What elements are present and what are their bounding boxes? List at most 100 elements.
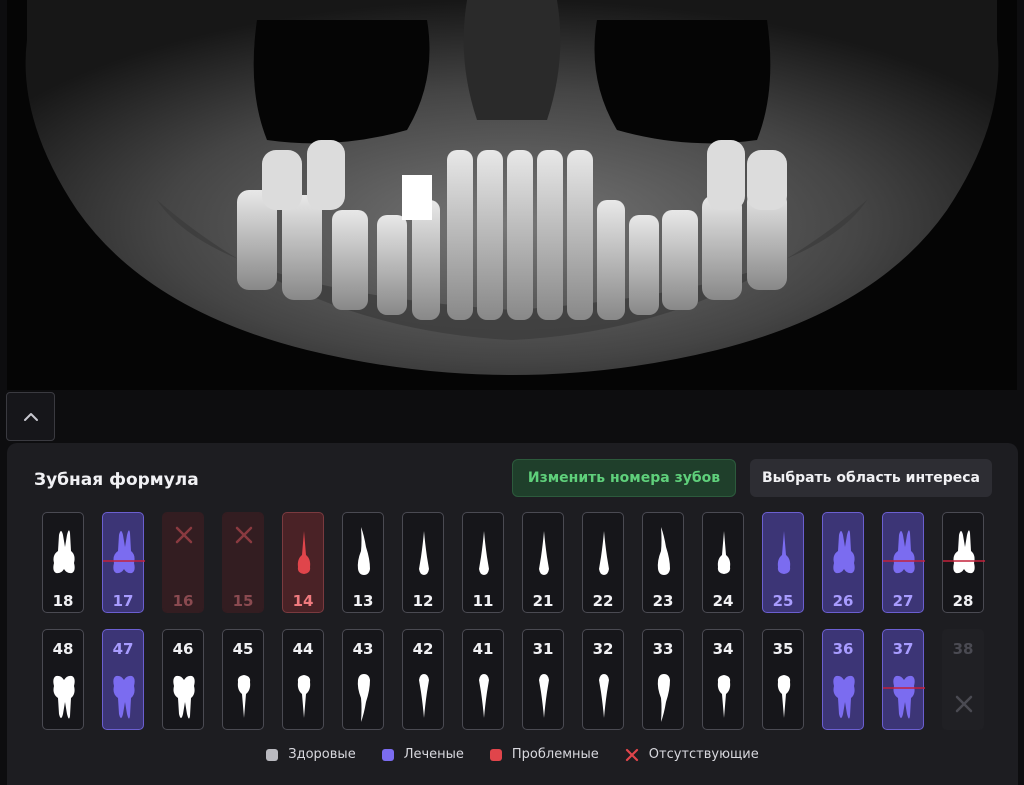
tooth-number: 35: [772, 640, 794, 658]
tooth-46[interactable]: 46: [162, 629, 204, 730]
incisor-tooth-icon: [479, 674, 489, 718]
problem-swatch: [489, 748, 502, 761]
tooth-38[interactable]: 38: [942, 629, 984, 730]
tooth-14[interactable]: 14: [282, 512, 324, 613]
tooth-number: 17: [112, 592, 134, 610]
tooth-33[interactable]: 33: [642, 629, 684, 730]
tooth-47[interactable]: 47: [102, 629, 144, 730]
change-tooth-numbers-button[interactable]: Изменить номера зубов: [512, 459, 736, 497]
tooth-number: 45: [232, 640, 254, 658]
premolar-tooth-icon: [717, 531, 731, 574]
chevron-up-icon: [23, 412, 38, 421]
tooth-number: 22: [592, 592, 614, 610]
cross-icon: [625, 748, 638, 761]
legend-label: Леченые: [403, 747, 464, 762]
tooth-26[interactable]: 26: [822, 512, 864, 613]
tooth-number: 33: [652, 640, 674, 658]
molar-tooth-icon: [883, 675, 925, 719]
canine-tooth-icon: [357, 527, 370, 575]
molar-tooth-icon: [943, 530, 985, 574]
tooth-27[interactable]: 27: [882, 512, 925, 613]
tooth-number: 32: [592, 640, 614, 658]
tooth-number: 18: [52, 592, 74, 610]
collapse-button[interactable]: [6, 392, 55, 441]
tooth-36[interactable]: 36: [822, 629, 864, 730]
tooth-42[interactable]: 42: [402, 629, 444, 730]
tooth-12[interactable]: 12: [402, 512, 444, 613]
tooth-number: 44: [292, 640, 314, 658]
tooth-21[interactable]: 21: [522, 512, 564, 613]
tooth-37[interactable]: 37: [882, 629, 925, 730]
tooth-17[interactable]: 17: [102, 512, 145, 613]
tooth-number: 14: [292, 592, 314, 610]
tooth-34[interactable]: 34: [702, 629, 744, 730]
molar-tooth-icon: [833, 530, 855, 574]
tooth-28[interactable]: 28: [942, 512, 985, 613]
legend-item-missing: Отсутствующие: [625, 747, 759, 762]
tooth-24[interactable]: 24: [702, 512, 744, 613]
tooth-44[interactable]: 44: [282, 629, 324, 730]
tooth-16[interactable]: 16: [162, 512, 204, 613]
tooth-31[interactable]: 31: [522, 629, 564, 730]
tooth-number: 15: [232, 592, 254, 610]
legend-label: Отсутствующие: [648, 747, 759, 762]
tooth-number: 43: [352, 640, 374, 658]
incisor-tooth-icon: [419, 674, 429, 718]
panoramic-xray-image: [7, 0, 1017, 390]
tooth-number: 27: [892, 592, 914, 610]
tooth-11[interactable]: 11: [462, 512, 504, 613]
healthy-swatch: [266, 748, 279, 761]
tooth-number: 47: [112, 640, 134, 658]
incisor-tooth-icon: [599, 531, 609, 575]
molar-tooth-icon: [53, 675, 75, 719]
molar-tooth-icon: [173, 675, 195, 719]
tooth-number: 38: [952, 640, 974, 658]
tooth-45[interactable]: 45: [222, 629, 264, 730]
tooth-number: 21: [532, 592, 554, 610]
tooth-number: 25: [772, 592, 794, 610]
missing-cross-icon: [955, 695, 973, 713]
dental-formula-panel: Зубная формула Изменить номера зубов Выб…: [7, 443, 1018, 785]
premolar-tooth-icon: [777, 531, 791, 574]
tooth-18[interactable]: 18: [42, 512, 84, 613]
premolar-tooth-icon: [297, 531, 311, 574]
tooth-15[interactable]: 15: [222, 512, 264, 613]
tooth-number: 11: [472, 592, 494, 610]
molar-tooth-icon: [103, 530, 145, 574]
missing-cross-icon: [175, 526, 193, 544]
missing-cross-icon: [235, 526, 253, 544]
tooth-48[interactable]: 48: [42, 629, 84, 730]
legend-item-problem: Проблемные: [489, 747, 599, 762]
legend: Здоровые Леченые Проблемные Отсутствующи…: [7, 747, 1018, 762]
legend-label: Здоровые: [288, 747, 356, 762]
tooth-41[interactable]: 41: [462, 629, 504, 730]
canine-tooth-icon: [357, 674, 370, 722]
tooth-22[interactable]: 22: [582, 512, 624, 613]
tooth-number: 23: [652, 592, 674, 610]
molar-tooth-icon: [833, 675, 855, 719]
tooth-number: 16: [172, 592, 194, 610]
molar-tooth-icon: [53, 530, 75, 574]
panel-title: Зубная формула: [34, 470, 199, 490]
incisor-tooth-icon: [599, 674, 609, 718]
tooth-number: 26: [832, 592, 854, 610]
tooth-number: 34: [712, 640, 734, 658]
select-roi-button[interactable]: Выбрать область интереса: [750, 459, 992, 497]
tooth-25[interactable]: 25: [762, 512, 804, 613]
legend-item-treated: Леченые: [381, 747, 464, 762]
tooth-number: 46: [172, 640, 194, 658]
tooth-35[interactable]: 35: [762, 629, 804, 730]
premolar-tooth-icon: [237, 675, 251, 718]
premolar-tooth-icon: [297, 675, 311, 718]
premolar-tooth-icon: [777, 675, 791, 718]
tooth-23[interactable]: 23: [642, 512, 684, 613]
tooth-43[interactable]: 43: [342, 629, 384, 730]
tooth-13[interactable]: 13: [342, 512, 384, 613]
tooth-number: 37: [892, 640, 914, 658]
incisor-tooth-icon: [539, 531, 549, 575]
tooth-number: 12: [412, 592, 434, 610]
tooth-number: 42: [412, 640, 434, 658]
tooth-32[interactable]: 32: [582, 629, 624, 730]
tooth-number: 24: [712, 592, 734, 610]
tooth-number: 31: [532, 640, 554, 658]
